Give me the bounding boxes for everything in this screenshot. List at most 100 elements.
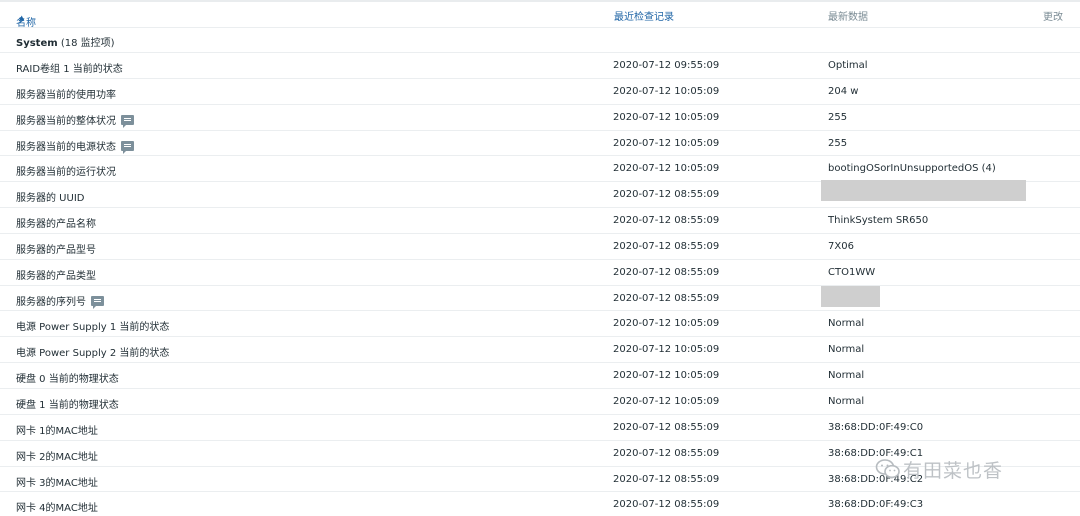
watermark: 有田菜也香 (875, 452, 1003, 486)
item-name-text: 硬盘 0 当前的物理状态 (16, 374, 119, 386)
sort-asc-icon: ▲ (19, 14, 25, 22)
table-row: 服务器当前的使用功率 2020-07-12 10:05:09 204 w (0, 79, 1080, 105)
table-row: 服务器当前的电源状态 2020-07-12 10:05:09 255 (0, 131, 1080, 157)
group-row-system: System (18 监控项) (0, 28, 1080, 53)
item-name: 服务器的产品类型 (16, 267, 96, 282)
item-latest-value: 255 (828, 111, 848, 123)
watermark-text: 有田菜也香 (903, 459, 1004, 482)
item-latest-value: bootingOSorInUnsupportedOS (4) (828, 163, 996, 175)
item-last-check: 2020-07-12 08:55:09 (613, 421, 720, 433)
table-row: 服务器当前的运行状况 2020-07-12 10:05:09 bootingOSor… (0, 156, 1080, 183)
item-name-text: 网卡 1的MAC地址 (16, 425, 98, 437)
item-name: 服务器的产品型号 (16, 241, 96, 256)
table-row: 电源 Power Supply 1 当前的状态 2020-07-12 10:05:… (0, 311, 1080, 338)
item-last-check: 2020-07-12 08:55:09 (613, 240, 720, 252)
item-name-text: 硬盘 1 当前的物理状态 (16, 399, 119, 411)
item-latest-value: 38:68:DD:0F:49:C0 (828, 421, 924, 433)
item-name: 服务器的序列号 (16, 293, 104, 309)
item-latest-value: 255 (828, 137, 848, 149)
item-latest-value: CTO1WW (828, 266, 876, 278)
table-row: 硬盘 0 当前的物理状态 2020-07-12 10:05:09 Normal (0, 363, 1080, 389)
item-name-text: 服务器当前的整体状况 (16, 115, 116, 127)
item-last-check: 2020-07-12 10:05:09 (613, 85, 720, 97)
item-name: 硬盘 0 当前的物理状态 (16, 370, 119, 385)
redacted-uuid-value (821, 180, 1026, 201)
item-name-text: 服务器当前的电源状态 (16, 141, 116, 153)
item-latest-value: Normal (828, 395, 865, 407)
item-last-check: 2020-07-12 10:05:09 (613, 318, 720, 330)
item-name: 服务器当前的整体状况 (16, 112, 134, 128)
item-last-check: 2020-07-12 08:55:09 (613, 189, 720, 201)
item-last-check: 2020-07-12 08:55:09 (613, 447, 720, 459)
table-header: 名称 ▲ 最近检查记录 最新数据 更改 (0, 2, 1080, 29)
table-row: 服务器当前的整体状况 2020-07-12 10:05:09 255 (0, 105, 1080, 131)
item-name-text: 服务器的 UUID (16, 193, 85, 205)
speech-bubble-icon[interactable] (121, 114, 134, 128)
item-name: 电源 Power Supply 1 当前的状态 (16, 318, 169, 333)
item-name-text: 服务器当前的运行状况 (16, 167, 116, 179)
item-last-check: 2020-07-12 10:05:09 (613, 370, 720, 382)
item-name-text: 网卡 4的MAC地址 (16, 503, 98, 515)
item-name: RAID卷组 1 当前的状态 (16, 60, 123, 75)
item-name: 网卡 2的MAC地址 (16, 448, 98, 463)
item-name: 服务器的 UUID (16, 189, 84, 204)
table-row: 网卡 1的MAC地址 2020-07-12 08:55:09 38:68:DD:0F… (0, 415, 1080, 441)
item-name-text: 电源 Power Supply 1 当前的状态 (16, 322, 170, 334)
column-header-latest-data: 最新数据 (828, 12, 868, 23)
item-last-check: 2020-07-12 10:05:09 (613, 111, 720, 123)
item-name-text: 服务器的产品名称 (16, 219, 96, 231)
item-latest-value: Optimal (828, 60, 868, 71)
wechat-icon (875, 458, 901, 480)
table-row: 服务器的序列号 2020-07-12 08:55:09 (0, 286, 1080, 312)
item-name-text: 服务器的产品类型 (16, 270, 96, 282)
item-last-check: 2020-07-12 10:05:09 (613, 137, 720, 149)
item-name: 网卡 1的MAC地址 (16, 422, 98, 437)
column-header-last-check[interactable]: 最近检查记录 (614, 8, 674, 23)
item-name: 服务器的产品名称 (16, 215, 96, 230)
items-table-body: RAID卷组 1 当前的状态 2020-07-12 09:55:09 Optimal… (0, 53, 1080, 516)
item-name: 服务器当前的电源状态 (16, 138, 134, 154)
item-name: 硬盘 1 当前的物理状态 (16, 396, 119, 411)
item-latest-value: Normal (828, 318, 865, 330)
item-last-check: 2020-07-12 08:55:09 (613, 292, 720, 304)
group-count: (18 监控项) (60, 38, 115, 49)
item-latest-value: 38:68:DD:0F:49:C3 (828, 499, 924, 511)
table-row: 硬盘 1 当前的物理状态 2020-07-12 10:05:09 Normal (0, 389, 1080, 415)
item-last-check: 2020-07-12 10:05:09 (613, 344, 720, 356)
item-last-check: 2020-07-12 08:55:09 (613, 266, 720, 278)
item-name: 电源 Power Supply 2 当前的状态 (16, 344, 169, 359)
item-latest-value: Normal (828, 370, 865, 382)
table-row: 服务器的产品名称 2020-07-12 08:55:09 ThinkSystem S… (0, 208, 1080, 234)
item-last-check: 2020-07-12 10:05:09 (613, 163, 720, 175)
group-name: System (16, 38, 58, 49)
speech-bubble-icon[interactable] (91, 295, 104, 309)
item-last-check: 2020-07-12 10:05:09 (613, 395, 720, 407)
item-name-text: 服务器的序列号 (16, 296, 86, 308)
item-name-text: 电源 Power Supply 2 当前的状态 (16, 348, 170, 360)
table-row: 网卡 4的MAC地址 2020-07-12 08:55:09 38:68:DD:0F… (0, 492, 1080, 516)
table-row: 服务器的产品类型 2020-07-12 08:55:09 CTO1WW (0, 260, 1080, 286)
item-last-check: 2020-07-12 08:55:09 (613, 499, 720, 511)
item-name-text: 服务器的产品型号 (16, 244, 96, 256)
item-name-text: 服务器当前的使用功率 (16, 89, 116, 101)
item-last-check: 2020-07-12 08:55:09 (613, 215, 720, 227)
table-row: 服务器的产品型号 2020-07-12 08:55:09 7X06 (0, 234, 1080, 260)
item-last-check: 2020-07-12 09:55:09 (613, 60, 720, 71)
redacted-serial-value (821, 286, 880, 307)
item-name-text: 网卡 2的MAC地址 (16, 451, 98, 463)
item-latest-value: Normal (828, 344, 865, 356)
table-row: 电源 Power Supply 2 当前的状态 2020-07-12 10:05:… (0, 337, 1080, 364)
item-last-check: 2020-07-12 08:55:09 (613, 473, 720, 485)
item-name: 网卡 3的MAC地址 (16, 474, 98, 489)
table-row: RAID卷组 1 当前的状态 2020-07-12 09:55:09 Optimal (0, 53, 1080, 79)
item-name-text: RAID卷组 1 当前的状态 (16, 64, 123, 75)
item-latest-value: 7X06 (828, 240, 854, 252)
item-name: 服务器当前的运行状况 (16, 163, 116, 178)
item-name: 网卡 4的MAC地址 (16, 499, 98, 514)
item-latest-value: ThinkSystem SR650 (828, 215, 929, 227)
item-latest-value: 204 w (828, 85, 859, 97)
speech-bubble-icon[interactable] (121, 140, 134, 154)
column-header-change: 更改 (1043, 12, 1063, 23)
item-name-text: 网卡 3的MAC地址 (16, 477, 98, 489)
item-name: 服务器当前的使用功率 (16, 86, 116, 101)
